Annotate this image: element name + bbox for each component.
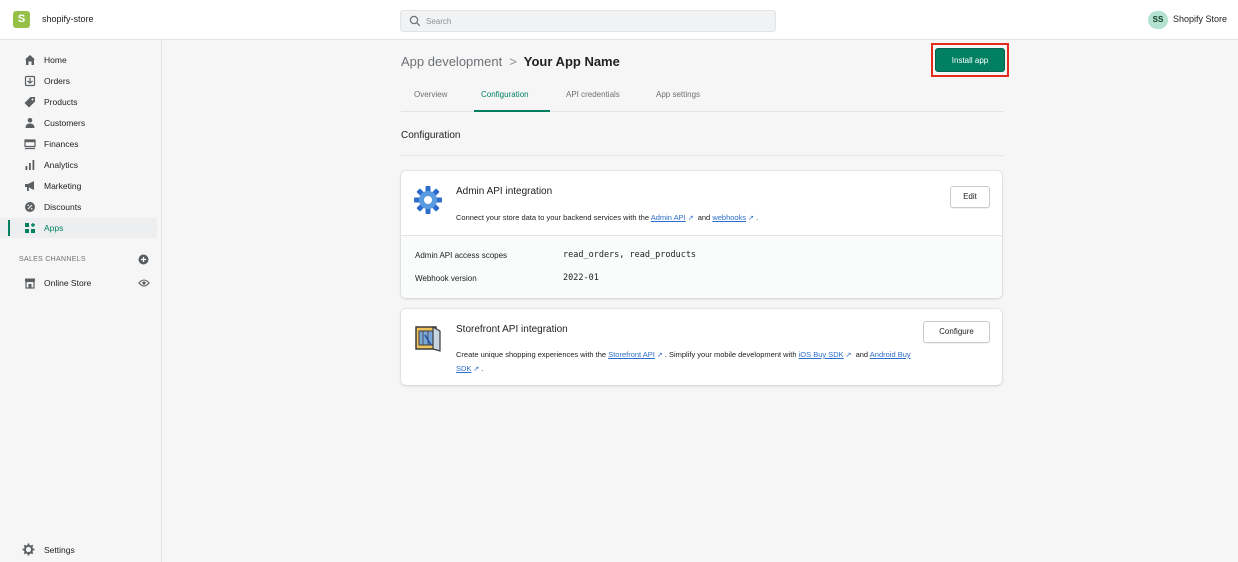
tab-app-settings[interactable]: App settings (656, 90, 700, 99)
sidebar-item-analytics[interactable]: Analytics (0, 155, 157, 175)
store-name[interactable]: shopify-store (42, 14, 94, 24)
card-title: Storefront API integration (456, 324, 568, 335)
admin-api-link[interactable]: Admin API (651, 213, 686, 222)
sidebar-item-label: Online Store (44, 278, 92, 288)
megaphone-icon (25, 181, 34, 191)
search-icon (409, 15, 421, 27)
apps-icon (25, 223, 35, 233)
card-title: Admin API integration (456, 186, 553, 197)
desc-text: . Simplify your mobile development with (664, 350, 797, 359)
sidebar-item-label: Orders (44, 76, 70, 86)
sidebar-item-label: Products (44, 97, 78, 107)
gear-integration-icon (414, 186, 442, 214)
avatar[interactable]: SS (1148, 11, 1168, 29)
desc-text: . (755, 213, 759, 222)
discount-icon (25, 202, 35, 212)
card-description: Create unique shopping experiences with … (456, 348, 911, 376)
home-icon (25, 55, 35, 65)
store-icon (25, 278, 35, 289)
breadcrumb: App development > Your App Name (401, 54, 620, 69)
finances-icon (24, 139, 36, 150)
desc-text: Connect your store data to your backend … (456, 213, 650, 222)
breadcrumb-parent-link[interactable]: App development (401, 54, 502, 69)
orders-icon (24, 75, 36, 87)
tab-configuration[interactable]: Configuration (481, 90, 529, 99)
desc-text: Create unique shopping experiences with … (456, 350, 607, 359)
sidebar-item-label: Discounts (44, 202, 82, 212)
sidebar-item-apps[interactable]: Apps (0, 218, 157, 238)
gear-icon[interactable] (22, 543, 35, 556)
card-description: Connect your store data to your backend … (456, 211, 916, 225)
breadcrumb-separator: > (509, 54, 517, 69)
admin-api-card: Admin API integration Connect your store… (401, 171, 1002, 298)
ios-buy-sdk-link[interactable]: iOS Buy SDK (799, 350, 844, 359)
active-tab-indicator (474, 110, 550, 112)
detail-value: read_orders, read_products (563, 250, 697, 260)
sidebar-item-label: Apps (44, 223, 64, 233)
sales-channels-heading: SALES CHANNELS (19, 256, 86, 263)
search-input[interactable]: Search (400, 10, 776, 32)
sidebar-item-label: Customers (44, 118, 86, 128)
sidebar-item-marketing[interactable]: Marketing (0, 176, 157, 196)
page-title: Your App Name (523, 54, 620, 69)
shopify-logo-icon[interactable]: S (13, 11, 30, 28)
sidebar-item-online-store[interactable]: Online Store (0, 273, 157, 293)
external-link-icon: ↗ (687, 215, 694, 222)
sidebar-item-discounts[interactable]: Discounts (0, 197, 157, 217)
tab-bar: Overview Configuration API credentials A… (401, 82, 1003, 112)
external-link-icon: ↗ (845, 352, 852, 359)
search-placeholder: Search (426, 17, 452, 26)
tab-api-credentials[interactable]: API credentials (566, 90, 620, 99)
add-circle-icon[interactable] (138, 254, 149, 265)
install-app-button[interactable]: Install app (935, 48, 1005, 72)
external-link-icon: ↗ (748, 215, 754, 222)
sidebar-item-customers[interactable]: Customers (0, 113, 157, 133)
external-link-icon: ↗ (473, 366, 480, 373)
tab-overview[interactable]: Overview (414, 90, 447, 99)
configure-button[interactable]: Configure (923, 321, 990, 343)
storefront-icon (415, 325, 441, 352)
edit-button[interactable]: Edit (950, 186, 990, 208)
desc-text: and (855, 350, 869, 359)
sidebar-item-products[interactable]: Products (0, 92, 157, 112)
storefront-api-card: Storefront API integration Create unique… (401, 309, 1002, 385)
detail-label: Admin API access scopes (415, 251, 508, 260)
sidebar-item-orders[interactable]: Orders (0, 71, 157, 91)
sidebar-item-home[interactable]: Home (0, 50, 157, 70)
detail-value: 2022-01 (563, 273, 599, 283)
person-icon (25, 118, 35, 128)
desc-text: . (481, 364, 484, 373)
bar-chart-icon (25, 160, 35, 170)
top-bar: S shopify-store Search SS Shopify Store (0, 0, 1238, 40)
settings-link[interactable]: Settings (44, 545, 75, 555)
sidebar-item-finances[interactable]: Finances (0, 134, 157, 154)
webhooks-link[interactable]: webhooks (712, 213, 746, 222)
eye-icon[interactable] (138, 278, 150, 288)
sidebar: Home Orders Products Customers Finances … (0, 40, 162, 562)
section-title: Configuration (401, 130, 461, 141)
external-link-icon: ↗ (656, 352, 663, 359)
card-details: Admin API access scopes read_orders, rea… (401, 236, 1002, 298)
tag-icon (24, 97, 35, 108)
section-divider (401, 155, 1003, 156)
sidebar-item-label: Finances (44, 139, 79, 149)
desc-text: and (697, 213, 711, 222)
sidebar-item-label: Home (44, 55, 67, 65)
storefront-api-link[interactable]: Storefront API (608, 350, 655, 359)
detail-label: Webhook version (415, 274, 477, 283)
user-name[interactable]: Shopify Store (1173, 14, 1227, 24)
sidebar-item-label: Analytics (44, 160, 79, 170)
sidebar-item-label: Marketing (44, 181, 82, 191)
